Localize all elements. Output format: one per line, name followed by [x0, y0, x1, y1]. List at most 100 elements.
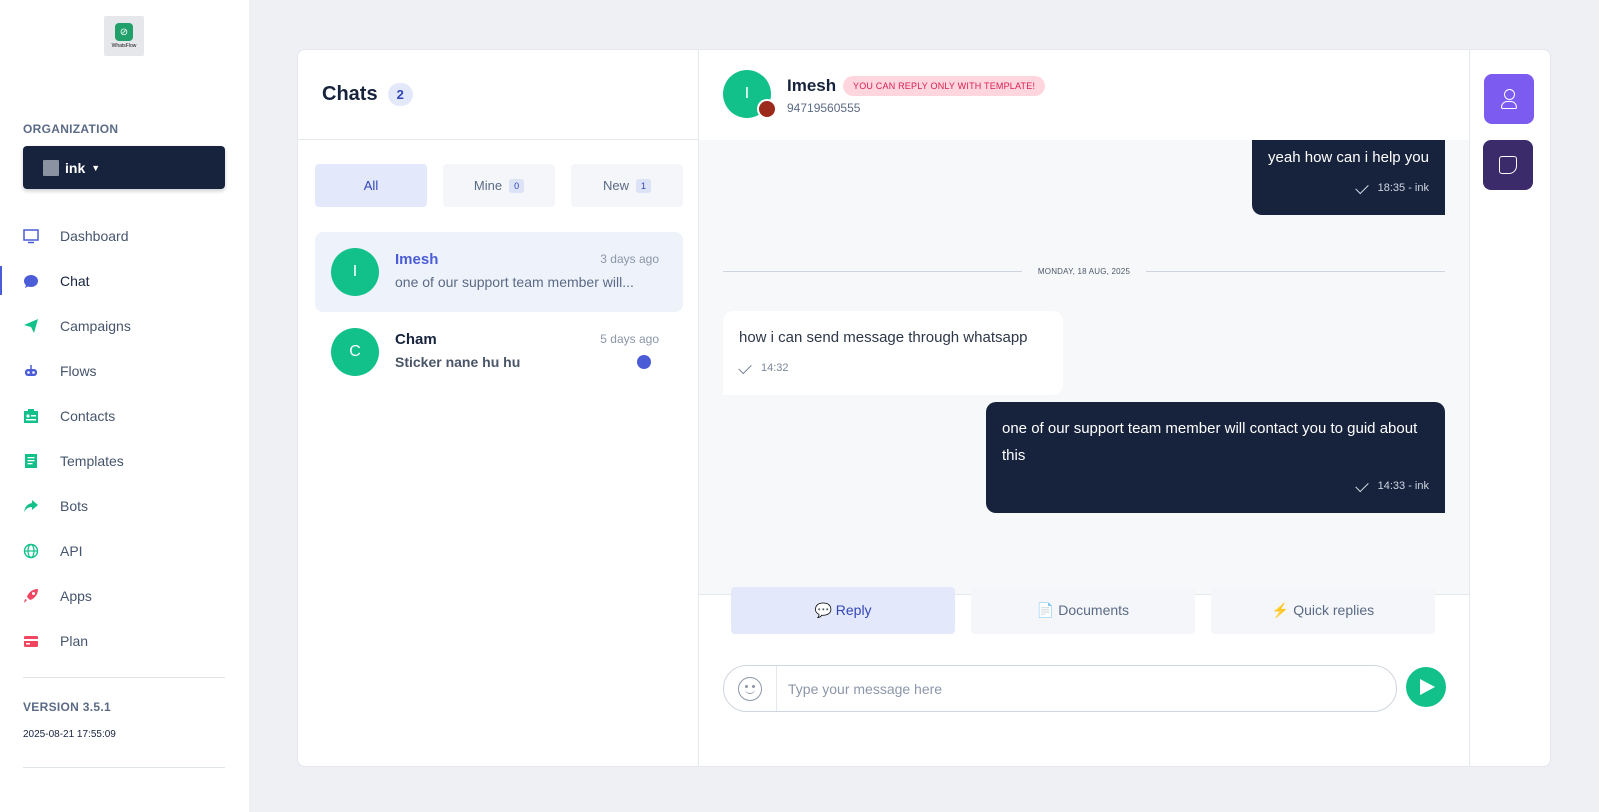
chat-list-title: Chats: [322, 83, 378, 105]
contact-phone: 94719560555: [787, 101, 861, 115]
chat-panel: Chats 2 All Mine 0 New 1 I Imesh 3 days …: [297, 49, 1551, 767]
sidebar-nav: Dashboard Chat Campaigns Flows Contacts …: [0, 213, 249, 663]
template-only-badge: YOU CAN REPLY ONLY WITH TEMPLATE!: [843, 76, 1046, 96]
chat-contact-name: Imesh: [395, 251, 439, 268]
app-logo[interactable]: ⊘ WhatsFlow: [104, 16, 144, 56]
logo-text: WhatsFlow: [111, 43, 137, 49]
sidebar-item-campaigns[interactable]: Campaigns: [0, 303, 249, 348]
message-thread[interactable]: yeah how can i help you 18:35 - ink MOND…: [699, 140, 1469, 595]
rocket-icon: [24, 588, 38, 603]
message-meta: 18:35 - ink: [1268, 175, 1429, 202]
organization-dropdown[interactable]: ink ▼: [23, 146, 225, 189]
filter-all[interactable]: All: [315, 164, 427, 207]
day-separator: MONDAY, 18 AUG, 2025: [723, 264, 1446, 278]
id-card-icon: [24, 408, 38, 423]
filter-label: New: [602, 178, 629, 193]
filter-new[interactable]: New 1: [571, 164, 683, 207]
contact-name: Imesh: [787, 76, 837, 95]
message-input[interactable]: [788, 666, 1378, 711]
tab-label: ⚡ Quick replies: [1271, 602, 1375, 618]
avatar: C: [331, 328, 379, 376]
filter-count-badge: 0: [509, 178, 525, 193]
country-flag-icon: [757, 99, 777, 119]
filter-label: All: [363, 178, 379, 193]
sidebar-item-api[interactable]: API: [0, 528, 249, 573]
separator-line: [1146, 270, 1446, 272]
message-composer: [723, 665, 1397, 712]
chat-bubble-icon: [24, 274, 38, 288]
sidebar-item-bots[interactable]: Bots: [0, 483, 249, 528]
message-time: 14:33 - ink: [1377, 480, 1429, 492]
send-button[interactable]: [1406, 667, 1446, 707]
paper-plane-icon: [24, 318, 38, 333]
sidebar-item-dashboard[interactable]: Dashboard: [0, 213, 249, 258]
outgoing-message: one of our support team member will cont…: [986, 402, 1445, 513]
send-icon: [1420, 679, 1435, 695]
separator-line: [723, 270, 1022, 272]
filter-label: Mine: [473, 178, 503, 193]
sidebar-item-label: Templates: [60, 452, 124, 469]
caret-down-icon: ▼: [91, 162, 101, 173]
sidebar-item-chat[interactable]: Chat: [0, 258, 249, 303]
sidebar-divider: [23, 767, 225, 768]
composer-divider: [776, 666, 777, 711]
version-date: 2025-08-21 17:55:09: [23, 729, 116, 740]
message-text: yeah how can i help you: [1268, 149, 1429, 166]
message-text: one of our support team member will cont…: [1002, 420, 1418, 464]
notes-button[interactable]: [1483, 140, 1533, 190]
chat-count-badge: 2: [387, 83, 413, 106]
sidebar-item-label: Chat: [60, 272, 90, 289]
sidebar-item-templates[interactable]: Templates: [0, 438, 249, 483]
check-icon: [1354, 180, 1369, 194]
message-text: how i can send message through whatsapp: [739, 329, 1028, 346]
chat-contact-name: Cham: [395, 331, 437, 348]
building-icon: [43, 159, 59, 176]
message-meta: 14:32: [738, 355, 1047, 382]
chat-list-item[interactable]: C Cham 5 days ago Sticker nane hu hu: [315, 312, 683, 392]
outgoing-message: yeah how can i help you 18:35 - ink: [1252, 140, 1445, 215]
check-icon: [738, 360, 752, 374]
conversation-header: I Imesh YOU CAN REPLY ONLY WITH TEMPLATE…: [699, 50, 1469, 140]
whatsflow-logo-icon: ⊘: [115, 23, 133, 41]
chat-timestamp: 5 days ago: [600, 332, 659, 346]
globe-icon: [23, 543, 39, 558]
tab-label: 📄 Documents: [1036, 602, 1130, 618]
tab-reply[interactable]: 💬 Reply: [731, 587, 955, 634]
document-icon: [25, 453, 37, 468]
sidebar-item-label: Bots: [60, 497, 89, 514]
sidebar-item-flows[interactable]: Flows: [0, 348, 249, 393]
share-arrow-icon: [24, 499, 38, 512]
sidebar-divider: [23, 677, 225, 678]
tab-quick-replies[interactable]: ⚡ Quick replies: [1211, 587, 1435, 634]
filter-mine[interactable]: Mine 0: [443, 164, 555, 207]
sidebar-item-label: Campaigns: [60, 317, 131, 334]
message-time: 18:35 - ink: [1377, 182, 1429, 194]
tab-documents[interactable]: 📄 Documents: [971, 587, 1195, 634]
chat-preview: one of our support team member will...: [395, 274, 634, 290]
sidebar-item-label: Apps: [60, 587, 92, 604]
right-rail: [1469, 50, 1550, 766]
sidebar-item-contacts[interactable]: Contacts: [0, 393, 249, 438]
sidebar-item-label: API: [60, 542, 83, 559]
incoming-message: how i can send message through whatsapp …: [723, 311, 1063, 395]
credit-card-icon: [24, 635, 38, 647]
sidebar-item-label: Flows: [60, 362, 97, 379]
sticky-note-icon: [1499, 156, 1517, 174]
sidebar-item-apps[interactable]: Apps: [0, 573, 249, 618]
chat-list-item[interactable]: I Imesh 3 days ago one of our support te…: [315, 232, 683, 312]
organization-name: ink: [65, 159, 86, 176]
chat-list: Chats 2 All Mine 0 New 1 I Imesh 3 days …: [298, 50, 699, 766]
filter-count-badge: 1: [636, 178, 652, 193]
contact-profile-button[interactable]: [1484, 74, 1534, 124]
emoji-icon[interactable]: [738, 677, 762, 701]
sidebar-item-plan[interactable]: Plan: [0, 618, 249, 663]
conversation: I Imesh YOU CAN REPLY ONLY WITH TEMPLATE…: [699, 50, 1469, 766]
message-time: 14:32: [761, 362, 789, 374]
composer-tabs: 💬 Reply 📄 Documents ⚡ Quick replies: [731, 587, 1435, 634]
check-icon: [1354, 478, 1369, 492]
sidebar-item-label: Dashboard: [60, 227, 129, 244]
robot-icon: [25, 364, 37, 376]
chat-filters: All Mine 0 New 1: [315, 164, 683, 207]
day-separator-label: MONDAY, 18 AUG, 2025: [1037, 266, 1131, 276]
monitor-icon: [23, 228, 39, 243]
